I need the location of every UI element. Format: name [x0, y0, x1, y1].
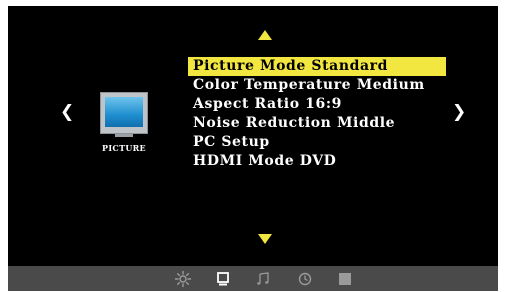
menu-item-label: Color Temperature — [193, 77, 352, 93]
picture-menu: Picture Mode Standard Color Temperature … — [188, 57, 446, 171]
menu-item-label: PC Setup — [193, 134, 270, 150]
menu-item-value: Middle — [336, 115, 396, 131]
category-tab-bar — [8, 266, 498, 291]
tv-picture-icon — [100, 92, 148, 137]
music-note-icon[interactable] — [254, 270, 272, 288]
menu-item-pc-setup[interactable]: PC Setup — [188, 133, 446, 152]
menu-item-noise-reduction[interactable]: Noise Reduction Middle — [188, 114, 446, 133]
category-label: PICTURE — [102, 143, 146, 153]
clock-icon[interactable] — [296, 270, 314, 288]
menu-item-color-temperature[interactable]: Color Temperature Medium — [188, 76, 446, 95]
next-category-chevron-icon[interactable]: ❯ — [452, 104, 466, 121]
menu-item-value: DVD — [299, 153, 337, 169]
menu-item-label: Aspect Ratio — [193, 96, 300, 112]
menu-item-aspect-ratio[interactable]: Aspect Ratio 16:9 — [188, 95, 446, 114]
menu-item-label: Noise Reduction — [193, 115, 332, 131]
menu-item-picture-mode[interactable]: Picture Mode Standard — [188, 57, 446, 76]
menu-item-label: Picture Mode — [193, 58, 306, 74]
menu-item-hdmi-mode[interactable]: HDMI Mode DVD — [188, 152, 446, 171]
osd-screen: ❮ ❯ PICTURE Picture Mode Standard Color … — [8, 6, 498, 291]
prev-category-chevron-icon[interactable]: ❮ — [60, 104, 74, 121]
scroll-down-arrow-icon[interactable] — [258, 234, 272, 244]
menu-item-value: 16:9 — [305, 96, 342, 112]
sun-icon[interactable] — [174, 270, 192, 288]
lock-icon[interactable] — [336, 270, 354, 288]
monitor-icon[interactable] — [214, 270, 232, 288]
scroll-up-arrow-icon[interactable] — [258, 30, 272, 40]
menu-item-value: Medium — [356, 77, 425, 93]
menu-item-value: Standard — [311, 58, 389, 74]
menu-item-label: HDMI Mode — [193, 153, 295, 169]
